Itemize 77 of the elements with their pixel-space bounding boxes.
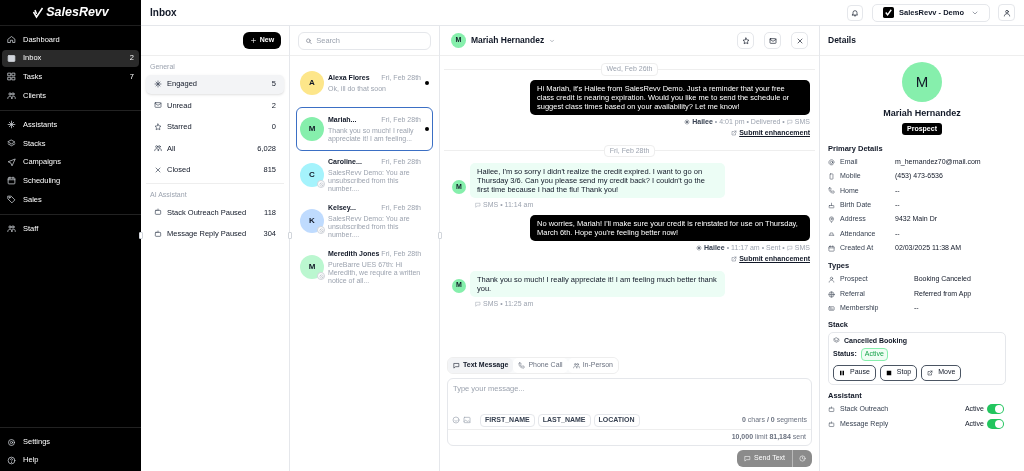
toggle-switch[interactable] <box>987 404 1004 415</box>
notifications-button[interactable] <box>847 4 863 21</box>
clock-icon <box>799 455 806 462</box>
pause-icon <box>839 369 845 376</box>
star-button[interactable] <box>737 32 754 49</box>
sparkle-icon <box>684 118 691 125</box>
close-button[interactable] <box>791 32 808 49</box>
smile-icon <box>452 416 460 424</box>
star-icon <box>741 36 750 45</box>
avatar: M <box>300 255 324 279</box>
sparkle-icon <box>7 120 16 130</box>
sparkle-icon <box>696 244 702 251</box>
robot-icon <box>828 405 835 413</box>
tag-icon <box>7 194 16 204</box>
collapse-handle[interactable] <box>288 232 292 239</box>
envelope-icon <box>154 101 162 110</box>
send-icon <box>7 157 16 167</box>
star-icon <box>154 122 162 131</box>
at-icon <box>828 158 835 166</box>
robot-icon <box>154 229 162 238</box>
stop-icon <box>885 369 892 376</box>
logo-icon <box>32 6 45 19</box>
mail-button[interactable] <box>764 32 781 49</box>
collapse-handle[interactable] <box>438 232 442 239</box>
logo-icon <box>883 7 894 18</box>
user-icon <box>1002 8 1011 17</box>
chat-icon <box>786 118 793 125</box>
profile-button[interactable] <box>998 4 1015 21</box>
envelope-icon <box>768 36 777 45</box>
grid-icon <box>7 72 16 82</box>
calendar-icon <box>7 176 16 186</box>
search-icon <box>305 36 313 45</box>
avatar: M <box>902 62 942 102</box>
robot-icon <box>154 208 162 217</box>
page-title: Inbox <box>150 6 178 20</box>
chat-icon <box>475 300 481 307</box>
settings-icon <box>7 437 16 447</box>
avatar: A <box>300 71 324 95</box>
close-icon <box>154 165 162 174</box>
avatar: C <box>300 163 324 187</box>
user-icon <box>828 276 835 284</box>
help-icon <box>7 455 16 465</box>
close-icon <box>795 36 804 45</box>
chat-icon <box>786 244 793 251</box>
panel-title: Details <box>828 34 856 47</box>
layers-icon <box>7 138 16 148</box>
chat-icon <box>744 455 751 462</box>
calendar-icon <box>828 244 835 252</box>
home-icon <box>7 35 16 44</box>
phone-icon <box>828 187 835 195</box>
inbox-icon <box>7 53 16 63</box>
avatar: K <box>300 209 324 233</box>
chat-icon <box>475 202 481 209</box>
plus-icon <box>249 37 257 44</box>
people-icon <box>572 362 580 369</box>
people-icon <box>7 90 16 100</box>
contact-name[interactable]: Mariah Hernandez <box>471 34 545 47</box>
move-icon <box>927 369 934 376</box>
bell-icon <box>851 8 859 17</box>
robot-icon <box>828 420 835 428</box>
toggle-switch[interactable] <box>987 419 1004 430</box>
chat-icon <box>453 362 460 369</box>
sparkle-icon <box>154 80 162 88</box>
pin-icon <box>828 216 835 224</box>
chevron-icon <box>549 37 556 44</box>
brand-name: SalesRevv <box>46 4 109 22</box>
globe-icon <box>828 290 835 298</box>
people-icon <box>7 224 16 234</box>
membership-icon <box>828 304 835 312</box>
avatar: M <box>300 117 324 141</box>
layers-icon <box>833 337 840 345</box>
people-icon <box>154 144 162 153</box>
contact-name: Mariah Hernandez <box>883 107 961 120</box>
phone-icon <box>518 362 526 369</box>
image-icon <box>463 416 471 424</box>
collapse-handle[interactable] <box>139 232 143 239</box>
phone-icon <box>828 173 835 181</box>
